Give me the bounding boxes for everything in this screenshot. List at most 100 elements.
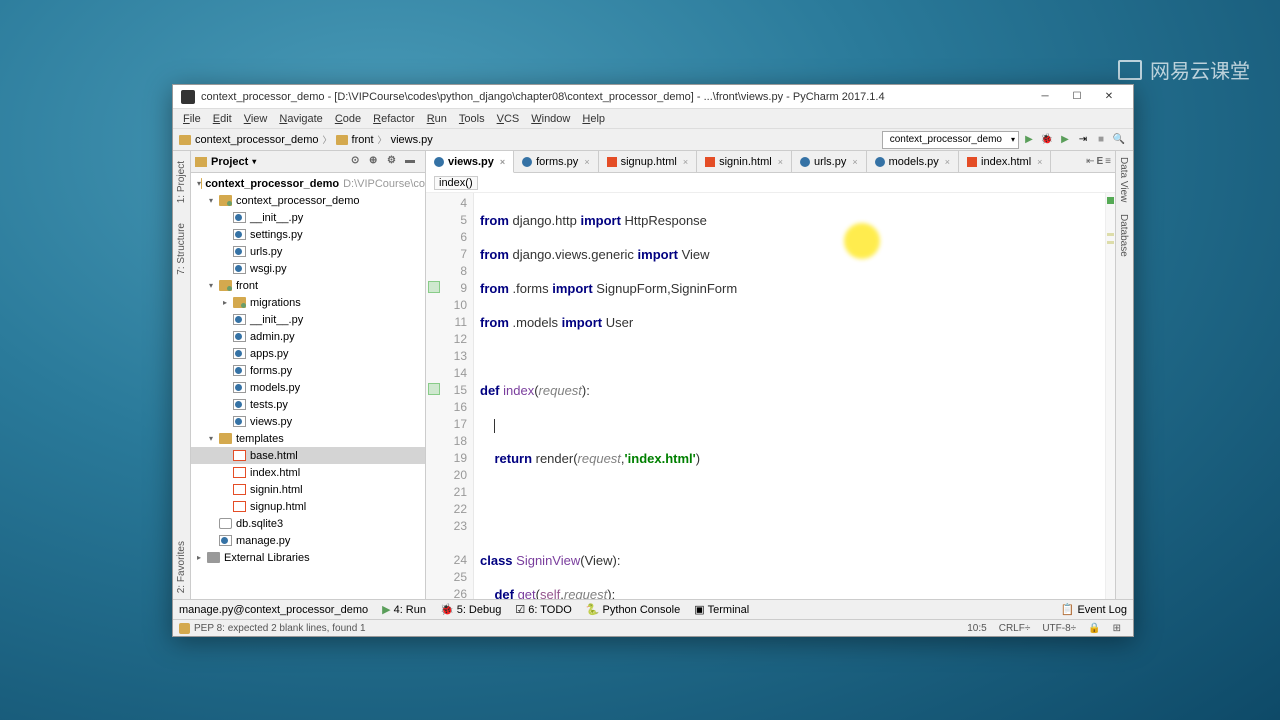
tree-file[interactable]: signup.html (191, 498, 425, 515)
watermark: 网易云课堂 (1118, 55, 1250, 84)
menu-vcs[interactable]: VCS (491, 113, 526, 125)
hide-icon[interactable]: ▬ (405, 155, 419, 169)
project-tree[interactable]: ▾context_processor_demoD:\VIPCourse\co ▾… (191, 173, 425, 599)
bottom-todo[interactable]: ☑6: TODO (515, 603, 571, 616)
bottom-eventlog[interactable]: 📋Event Log (1061, 603, 1127, 616)
tree-file[interactable]: models.py (191, 379, 425, 396)
tab-project[interactable]: 1: Project (174, 155, 189, 209)
tree-file[interactable]: __init__.py (191, 311, 425, 328)
code-crumb[interactable]: index() (426, 173, 1115, 193)
marker-warn[interactable] (1107, 241, 1114, 244)
gutter-icon[interactable] (428, 281, 440, 293)
close-button[interactable]: ✕ (1093, 86, 1125, 108)
tree-manage[interactable]: manage.py (191, 532, 425, 549)
tree-file[interactable]: urls.py (191, 243, 425, 260)
tree-file[interactable]: __init__.py (191, 209, 425, 226)
debug-button[interactable]: 🐞 (1039, 132, 1055, 148)
tab-structure[interactable]: 7: Structure (174, 217, 189, 281)
tree-front[interactable]: ▾front (191, 277, 425, 294)
left-tool-strip: 1: Project 7: Structure 2: Favorites (173, 151, 191, 599)
menu-file[interactable]: File (177, 113, 207, 125)
tree-file[interactable]: views.py (191, 413, 425, 430)
tree-app[interactable]: ▾context_processor_demo (191, 192, 425, 209)
gutter-icon[interactable] (428, 383, 440, 395)
tree-file-selected[interactable]: base.html (191, 447, 425, 464)
tree-file[interactable]: wsgi.py (191, 260, 425, 277)
status-lock-icon[interactable]: 🔒 (1088, 623, 1100, 634)
menu-code[interactable]: Code (329, 113, 367, 125)
menu-help[interactable]: Help (576, 113, 611, 125)
menu-edit[interactable]: Edit (207, 113, 238, 125)
window-title: context_processor_demo - [D:\VIPCourse\c… (201, 91, 1029, 103)
status-icon (179, 623, 190, 634)
project-label[interactable]: Project (211, 156, 248, 168)
tree-root[interactable]: ▾context_processor_demoD:\VIPCourse\co (191, 175, 425, 192)
tab-forms[interactable]: forms.py× (514, 151, 598, 172)
gutter[interactable]: 4567891011121314151617181920212223242526 (426, 193, 474, 599)
tree-db[interactable]: db.sqlite3 (191, 515, 425, 532)
project-header: Project ▾ ⊙ ⊕ ⚙ ▬ (191, 151, 425, 173)
attach-button[interactable]: ⇥ (1075, 132, 1091, 148)
tab-database[interactable]: Database (1116, 208, 1131, 263)
menu-navigate[interactable]: Navigate (273, 113, 328, 125)
breadcrumb-root[interactable]: context_processor_demo (195, 134, 319, 146)
search-button[interactable]: 🔍 (1111, 132, 1127, 148)
tree-file[interactable]: forms.py (191, 362, 425, 379)
chevron-icon: 〉 (323, 133, 332, 146)
run-coverage-button[interactable]: ▶ (1057, 132, 1073, 148)
tree-migrations[interactable]: ▸migrations (191, 294, 425, 311)
chevron-icon: 〉 (378, 133, 387, 146)
tab-views[interactable]: views.py× (426, 151, 514, 173)
tab-favorites[interactable]: 2: Favorites (174, 535, 189, 599)
breadcrumb[interactable]: context_processor_demo 〉 front 〉 views.p… (179, 133, 882, 146)
minimize-button[interactable]: ─ (1029, 86, 1061, 108)
tab-dataview[interactable]: Data View (1116, 151, 1131, 208)
tree-file[interactable]: settings.py (191, 226, 425, 243)
bottom-file[interactable]: manage.py@context_processor_demo (179, 604, 368, 616)
watermark-icon (1118, 60, 1142, 80)
menu-view[interactable]: View (238, 113, 274, 125)
editor[interactable]: 4567891011121314151617181920212223242526… (426, 193, 1115, 599)
tree-external[interactable]: ▸External Libraries (191, 549, 425, 566)
run-config-select[interactable]: context_processor_demo (882, 131, 1019, 149)
status-enc[interactable]: UTF-8÷ (1042, 623, 1076, 634)
menu-refactor[interactable]: Refactor (367, 113, 421, 125)
chevron-down-icon[interactable]: ▾ (252, 157, 256, 166)
status-crlf[interactable]: CRLF÷ (999, 623, 1031, 634)
tree-templates[interactable]: ▾templates (191, 430, 425, 447)
bottom-run[interactable]: ▶4: Run (382, 603, 426, 616)
status-pos[interactable]: 10:5 (967, 623, 986, 634)
settings-icon[interactable]: ⚙ (387, 155, 401, 169)
bottom-debug[interactable]: 🐞5: Debug (440, 603, 501, 616)
tab-controls[interactable]: ⇤ E ≡ (1082, 151, 1115, 172)
marker-warn[interactable] (1107, 233, 1114, 236)
tree-file[interactable]: signin.html (191, 481, 425, 498)
run-button[interactable]: ▶ (1021, 132, 1037, 148)
bottom-terminal[interactable]: ▣Terminal (694, 603, 749, 616)
tab-models[interactable]: models.py× (867, 151, 959, 172)
titlebar[interactable]: context_processor_demo - [D:\VIPCourse\c… (173, 85, 1133, 109)
menu-run[interactable]: Run (421, 113, 453, 125)
tab-urls[interactable]: urls.py× (792, 151, 867, 172)
tree-file[interactable]: admin.py (191, 328, 425, 345)
locate-icon[interactable]: ⊕ (369, 155, 383, 169)
tree-file[interactable]: apps.py (191, 345, 425, 362)
marker-ok (1107, 197, 1114, 204)
tab-signup[interactable]: signup.html× (599, 151, 698, 172)
bottom-tabs: manage.py@context_processor_demo ▶4: Run… (173, 599, 1133, 619)
menu-window[interactable]: Window (525, 113, 576, 125)
tab-index[interactable]: index.html× (959, 151, 1051, 172)
tab-signin[interactable]: signin.html× (697, 151, 792, 172)
marker-strip[interactable] (1105, 193, 1115, 599)
code-content[interactable]: from django.http import HttpResponse fro… (474, 193, 1105, 599)
tree-file[interactable]: tests.py (191, 396, 425, 413)
status-more-icon[interactable]: ⊞ (1113, 623, 1121, 634)
bottom-pyconsole[interactable]: 🐍Python Console (586, 603, 680, 616)
stop-button[interactable]: ■ (1093, 132, 1109, 148)
breadcrumb-leaf[interactable]: views.py (391, 134, 433, 146)
maximize-button[interactable]: ☐ (1061, 86, 1093, 108)
breadcrumb-mid[interactable]: front (352, 134, 374, 146)
collapse-icon[interactable]: ⊙ (351, 155, 365, 169)
tree-file[interactable]: index.html (191, 464, 425, 481)
menu-tools[interactable]: Tools (453, 113, 491, 125)
